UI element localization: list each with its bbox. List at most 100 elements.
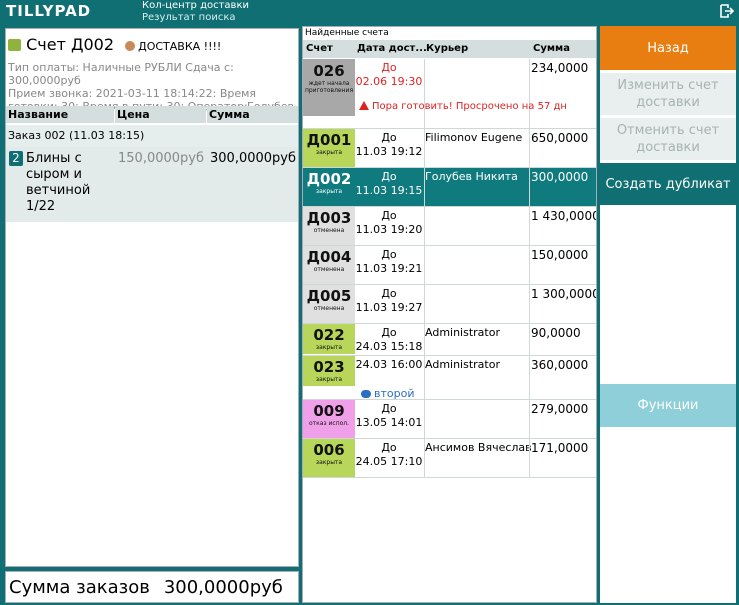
column-divider [529, 356, 530, 399]
courier-cell: Administrator [425, 326, 500, 339]
results-header: Счет Дата дост... Курьер Сумма [303, 40, 596, 58]
item-sum: 300,0000руб [210, 151, 296, 166]
result-row[interactable]: Д003 отменена До 11.03 19:20 1 430,0000 [303, 207, 597, 246]
create-duplicate-button[interactable]: Создать дубликат [600, 163, 736, 205]
delivery-date-cell: До 11.03 19:27 [355, 287, 423, 315]
info-line: Прием звонка: 2021-03-11 18:14:22: Время [8, 87, 257, 100]
amount-cell: 1 430,0000 [531, 209, 597, 223]
delivery-date-cell: До 24.03 15:18 [355, 326, 423, 354]
courier-cell: Голубев Никита [425, 170, 518, 183]
exit-icon[interactable] [720, 4, 734, 18]
app-subtitle: Результат поиска [142, 12, 236, 23]
account-code-cell: 006 закрыта [303, 439, 355, 477]
account-code-cell: 023 закрыта [303, 356, 355, 386]
courier-cell: Administrator [425, 358, 500, 371]
column-divider [529, 129, 530, 167]
date-line: 11.03 19:12 [355, 145, 423, 158]
account-icon [8, 39, 21, 51]
result-row[interactable]: Д002 закрыта До 11.03 19:15 Голубев Никита 30… [303, 168, 596, 207]
column-divider [529, 168, 530, 206]
column-divider [529, 400, 530, 438]
result-row[interactable]: Д001 закрыта До 11.03 19:12 Filimonov Eugene… [303, 129, 596, 168]
tillypad-logo: TILLYPAD [6, 2, 92, 20]
found-accounts-panel: Найденные счета Счет Дата дост... Курьер… [302, 26, 597, 603]
date-line: 11.03 19:27 [355, 301, 423, 314]
account-status: закрыта [315, 149, 343, 156]
result-row[interactable]: Д004 отменена До 11.03 19:21 150,0000 [303, 246, 596, 285]
date-line: До [381, 441, 397, 454]
delivery-date-cell: До 11.03 19:12 [355, 131, 423, 159]
column-divider [529, 246, 530, 284]
date-line: 11.03 19:20 [355, 223, 423, 236]
column-divider [424, 324, 425, 355]
result-row[interactable]: 023 закрыта 24.03 16:00 Administrator 360,00… [303, 356, 596, 400]
account-details-panel: Счет Д002 ДОСТАВКА !!!! Тип оплаты: Нали… [5, 28, 299, 567]
col-header-sum: Сумма [207, 106, 298, 123]
amount-cell: 150,0000 [531, 248, 589, 262]
account-status: закрыта [315, 459, 343, 466]
app-title: Кол-центр доставки [142, 0, 249, 11]
back-button[interactable]: Назад [600, 26, 736, 70]
functions-button[interactable]: Функции [600, 384, 736, 427]
amount-cell: 360,0000 [531, 358, 589, 372]
date-line: 11.03 19:15 [355, 184, 423, 197]
courier-cell: Filimonov Eugene [425, 131, 523, 144]
cancel-account-button[interactable]: Отменить счет доставки [600, 118, 736, 160]
account-code-cell: 022 закрыта [303, 324, 355, 354]
col-header-date: Дата дост... [357, 43, 427, 54]
date-line: До [381, 248, 397, 261]
warning-icon [359, 101, 369, 110]
delivery-date-cell: До 11.03 19:21 [355, 248, 423, 276]
orders-total-panel: Сумма заказов 300,0000руб [5, 571, 299, 603]
account-code: 023 [313, 358, 345, 376]
result-row[interactable]: 022 закрыта До 24.03 15:18 Administrator 90,0… [303, 324, 596, 356]
item-price: 150,0000руб [118, 151, 204, 166]
column-divider [424, 246, 425, 284]
account-status: отказ испол. [308, 420, 350, 427]
delivery-date-cell: До 13.05 14:01 [355, 402, 423, 430]
edit-account-button[interactable]: Изменить счет доставки [600, 73, 736, 115]
account-status: отменена [313, 227, 345, 234]
account-status: отменена [313, 305, 345, 312]
order-group-header[interactable]: Заказ 002 (11.03 18:15) [6, 125, 298, 147]
amount-cell: 90,0000 [531, 326, 581, 340]
account-status: ждет начала приготовления [304, 80, 354, 94]
result-row[interactable]: Д005 отменена До 11.03 19:27 1 300,0000 [303, 285, 597, 324]
account-code-cell: 026 ждет начала приготовления [303, 59, 355, 116]
date-line: 24.05 17:10 [355, 455, 423, 468]
date-line: До [381, 287, 397, 300]
result-row[interactable]: 009 отказ испол. До 13.05 14:01 279,0000 [303, 400, 596, 439]
amount-cell: 1 300,0000 [531, 287, 597, 301]
order-item-row[interactable]: 2 Блины с сыром и ветчиной 1/22 150,0000… [6, 147, 298, 222]
result-row[interactable]: 026 ждет начала приготовления До 02.06 19:3… [303, 59, 596, 129]
priority-flag: !!!! [203, 40, 222, 53]
col-header-name: Название [6, 106, 114, 123]
date-line: До [381, 326, 397, 339]
result-row[interactable]: 006 закрыта До 24.05 17:10 Ансимов Вячеслав 1… [303, 439, 596, 478]
account-code-cell: Д005 отменена [303, 285, 355, 323]
column-divider [424, 129, 425, 167]
delivery-date-cell: 24.03 16:00 [355, 358, 423, 372]
account-code: Д005 [306, 287, 352, 305]
overdue-warning: Пора готовить! Просрочено на 57 дн [359, 101, 567, 112]
column-divider [529, 207, 530, 245]
column-divider [529, 59, 530, 128]
column-divider [424, 59, 425, 128]
delivery-date-cell: До 11.03 19:20 [355, 209, 423, 237]
column-divider [424, 207, 425, 245]
delivery-date-cell: До 02.06 19:30 [355, 61, 423, 89]
total-label: Сумма заказов [9, 577, 150, 598]
account-status: закрыта [315, 376, 343, 383]
column-divider [424, 285, 425, 323]
account-code: Д002 [306, 170, 352, 188]
delivery-date-cell: До 24.05 17:10 [355, 441, 423, 469]
date-line: До [381, 402, 397, 415]
date-line: 11.03 19:21 [355, 262, 423, 275]
column-divider [424, 168, 425, 206]
account-code: Д004 [306, 248, 352, 266]
account-code-cell: Д001 закрыта [303, 129, 355, 167]
account-code: Д001 [306, 131, 352, 149]
account-code-cell: 009 отказ испол. [303, 400, 355, 438]
delivery-date-cell: До 11.03 19:15 [355, 170, 423, 198]
account-code: Д003 [306, 209, 352, 227]
